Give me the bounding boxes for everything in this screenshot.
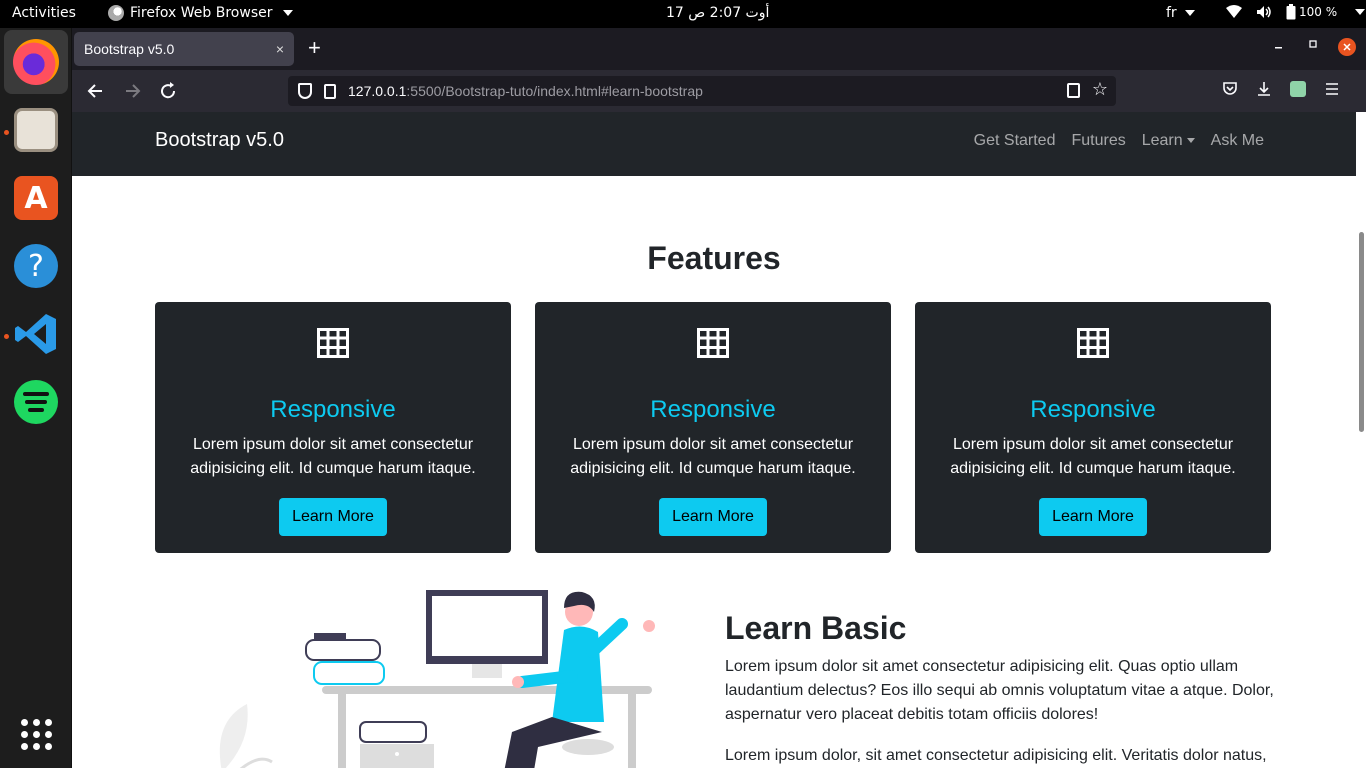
card-text: Lorem ipsum dolor sit amet consectetur a… xyxy=(570,436,856,477)
chevron-down-icon xyxy=(1185,10,1196,16)
gnome-top-bar: Activities Firefox Web Browser 17 أوت 2:… xyxy=(0,0,1366,28)
learn-more-button[interactable]: Learn More xyxy=(659,498,767,536)
card-title: Responsive xyxy=(1030,396,1156,423)
features-heading: Features xyxy=(647,240,781,276)
dock-spotify[interactable] xyxy=(4,370,68,434)
extension-icon[interactable] xyxy=(1290,81,1306,97)
dock-help[interactable]: ? xyxy=(4,234,68,298)
battery-icon xyxy=(1286,4,1296,20)
wifi-icon xyxy=(1226,5,1242,18)
spotify-icon xyxy=(14,380,58,424)
files-icon xyxy=(14,108,58,152)
dock: A ? xyxy=(0,28,72,768)
language-label: fr xyxy=(1166,5,1177,21)
reload-button[interactable] xyxy=(156,80,180,102)
bookmark-star-icon[interactable]: ☆ xyxy=(1092,79,1108,100)
grid-icon xyxy=(1077,328,1109,358)
url-path: :5500/Bootstrap-tuto/index.html#learn-bo… xyxy=(406,83,703,99)
feature-card: Responsive Lorem ipsum dolor sit amet co… xyxy=(155,302,511,553)
firefox-small-icon xyxy=(108,5,124,21)
app-menu[interactable]: Firefox Web Browser xyxy=(108,5,293,21)
card-title: Responsive xyxy=(650,396,776,423)
navigation-toolbar: 127.0.0.1:5500/Bootstrap-tuto/index.html… xyxy=(72,70,1366,112)
dock-files[interactable] xyxy=(4,98,68,162)
battery-level: 100 % xyxy=(1299,5,1338,19)
tab-bar: Bootstrap v5.0 × + xyxy=(72,28,1366,70)
tab-title: Bootstrap v5.0 xyxy=(84,41,175,57)
chevron-down-icon xyxy=(282,10,293,16)
dock-show-apps[interactable] xyxy=(4,702,68,766)
card-text: Lorem ipsum dolor sit amet consectetur a… xyxy=(950,436,1236,477)
page-icon[interactable] xyxy=(324,83,336,99)
learn-more-button[interactable]: Learn More xyxy=(1039,498,1147,536)
url-bar[interactable]: 127.0.0.1:5500/Bootstrap-tuto/index.html… xyxy=(288,76,1116,106)
language-selector[interactable]: fr xyxy=(1166,5,1196,21)
pocket-icon[interactable] xyxy=(1222,81,1238,97)
site-navbar: Bootstrap v5.0 Get Started Futures Learn… xyxy=(72,112,1356,176)
system-menu[interactable]: 100 % xyxy=(1226,4,1366,20)
card-title: Responsive xyxy=(270,396,396,423)
close-icon xyxy=(1343,43,1351,51)
grid-icon xyxy=(697,328,729,358)
activities-button[interactable]: Activities xyxy=(12,5,76,21)
app-menu-label: Firefox Web Browser xyxy=(130,5,273,21)
vscode-icon xyxy=(15,314,56,354)
site-brand[interactable]: Bootstrap v5.0 xyxy=(155,129,284,152)
reader-view-icon[interactable] xyxy=(1067,83,1080,98)
window-close-button[interactable] xyxy=(1338,38,1356,56)
forward-button[interactable] xyxy=(120,80,144,102)
menu-icon[interactable] xyxy=(1324,81,1340,97)
maximize-button[interactable] xyxy=(1308,38,1318,52)
clock[interactable]: 17 أوت 2:07 ص xyxy=(666,5,769,21)
scrollbar-thumb[interactable] xyxy=(1359,232,1364,432)
learn-basic-paragraph: Lorem ipsum dolor sit amet consectetur a… xyxy=(725,658,1274,723)
feature-card: Responsive Lorem ipsum dolor sit amet co… xyxy=(535,302,891,553)
learn-basic-heading: Learn Basic xyxy=(725,610,907,646)
tab-bootstrap[interactable]: Bootstrap v5.0 × xyxy=(74,32,294,66)
feature-card: Responsive Lorem ipsum dolor sit amet co… xyxy=(915,302,1271,553)
toolbar-icons xyxy=(1222,81,1340,97)
grid-icon xyxy=(317,328,349,358)
page-viewport: Bootstrap v5.0 Get Started Futures Learn… xyxy=(72,112,1356,768)
learn-more-button[interactable]: Learn More xyxy=(279,498,387,536)
dock-firefox[interactable] xyxy=(4,30,68,94)
desk-illustration xyxy=(219,590,655,768)
url-host: 127.0.0.1 xyxy=(348,83,407,99)
show-apps-icon xyxy=(20,718,52,750)
nav-learn-dropdown[interactable]: Learn xyxy=(1142,132,1195,150)
software-store-icon: A xyxy=(14,176,58,220)
volume-icon xyxy=(1257,6,1271,18)
site-nav-links: Get Started Futures Learn Ask Me xyxy=(974,132,1264,150)
help-icon: ? xyxy=(14,244,58,288)
dock-vscode[interactable] xyxy=(4,302,68,366)
minimize-icon xyxy=(1275,47,1282,49)
nav-ask-me[interactable]: Ask Me xyxy=(1211,132,1264,150)
page-scrollbar[interactable] xyxy=(1356,112,1366,768)
url-text[interactable]: 127.0.0.1:5500/Bootstrap-tuto/index.html… xyxy=(348,83,703,99)
dock-software[interactable]: A xyxy=(4,166,68,230)
chevron-down-icon xyxy=(1355,9,1366,15)
back-button[interactable] xyxy=(84,80,108,102)
card-text: Lorem ipsum dolor sit amet consectetur a… xyxy=(190,436,476,477)
download-icon[interactable] xyxy=(1256,81,1272,97)
shield-icon[interactable] xyxy=(298,83,312,99)
new-tab-button[interactable]: + xyxy=(308,36,321,60)
nav-get-started[interactable]: Get Started xyxy=(974,132,1056,150)
tab-close-icon[interactable]: × xyxy=(276,41,284,57)
firefox-icon xyxy=(13,39,59,85)
nav-futures[interactable]: Futures xyxy=(1071,132,1125,150)
learn-basic-paragraph-2: Lorem ipsum dolor, sit amet consectetur … xyxy=(725,747,1267,764)
maximize-icon xyxy=(1309,40,1317,48)
minimize-button[interactable] xyxy=(1274,38,1284,52)
